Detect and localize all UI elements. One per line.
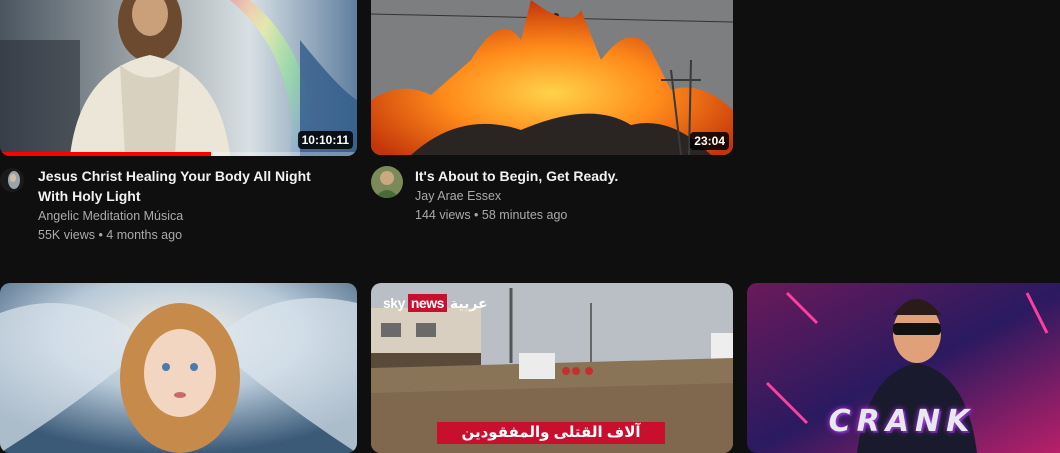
video-thumbnail[interactable]: CRANK [747, 283, 1060, 453]
video-thumbnail[interactable]: 10:10:11 [0, 0, 357, 156]
sky-news-logo: sky news عربية [383, 294, 488, 312]
watch-progress-fill [0, 152, 211, 156]
video-thumbnail[interactable] [0, 283, 357, 453]
video-stats: 55K views • 4 months ago [38, 228, 183, 242]
video-title[interactable]: It's About to Begin, Get Ready. [415, 166, 715, 186]
thumbnail-image [371, 0, 733, 155]
logo-news: news [407, 294, 447, 312]
logo-sky: sky [383, 295, 405, 311]
news-caption: آلاف القتلى والمفقودين [437, 422, 665, 444]
overlay-title: CRANK [828, 404, 976, 439]
thumbnail-image [0, 283, 357, 453]
video-card[interactable]: sky news عربية آلاف القتلى والمفقودين [371, 283, 733, 453]
video-card[interactable]: 10:10:11 Jesus Christ Healing Your Body … [0, 0, 357, 242]
duration-badge: 23:04 [690, 132, 729, 150]
video-title[interactable]: Jesus Christ Healing Your Body All Night… [38, 166, 328, 206]
watch-progress-bar [0, 152, 357, 156]
video-stats: 144 views • 58 minutes ago [415, 208, 568, 222]
logo-arabic: عربية [449, 294, 488, 311]
video-card[interactable]: CRANK [747, 283, 1060, 453]
channel-avatar[interactable] [0, 168, 24, 192]
video-card[interactable] [0, 283, 357, 453]
channel-name[interactable]: Angelic Meditation Música [38, 207, 183, 225]
channel-name[interactable]: Jay Arae Essex [415, 187, 501, 205]
video-thumbnail[interactable]: sky news عربية آلاف القتلى والمفقودين [371, 283, 733, 453]
channel-avatar[interactable] [371, 166, 403, 198]
video-thumbnail[interactable]: 23:04 [371, 0, 733, 155]
video-card[interactable]: 23:04 It's About to Begin, Get Ready. Ja… [371, 0, 733, 222]
duration-badge: 10:10:11 [297, 131, 353, 149]
